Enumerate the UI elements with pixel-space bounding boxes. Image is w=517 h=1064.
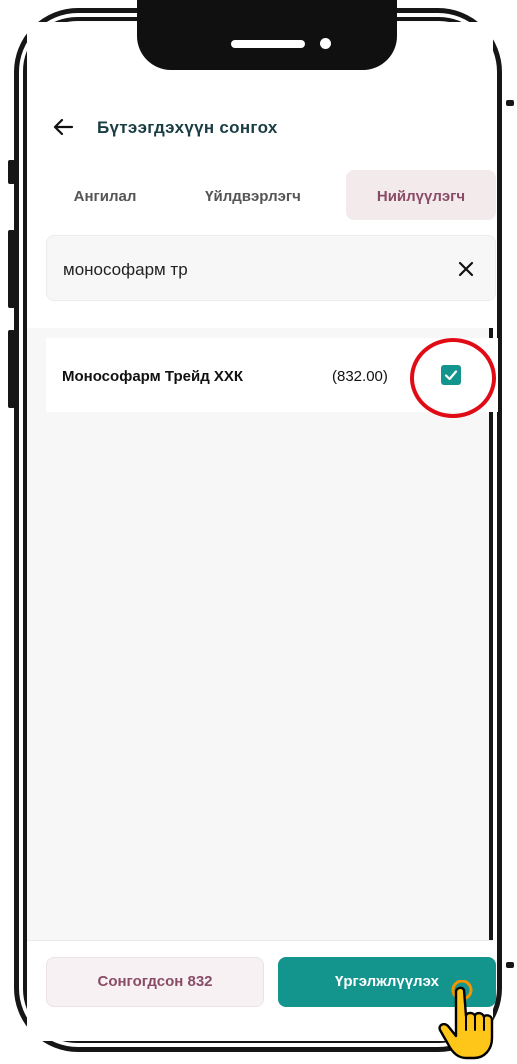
back-arrow-icon[interactable] xyxy=(50,114,76,140)
page-title: Бүтээгдэхүүн сонгох xyxy=(97,118,278,137)
phone-side-button xyxy=(8,160,15,184)
highlight-circle xyxy=(410,338,496,418)
selected-count-button[interactable]: Сонгогдсон 832 xyxy=(46,957,264,1007)
pointer-hand-icon xyxy=(438,980,494,1060)
search-input[interactable]: монософарм тр xyxy=(46,235,496,301)
tab-manufacturer[interactable]: Үйлдвэрлэгч xyxy=(178,170,328,220)
tab-supplier[interactable]: Нийлүүлэгч xyxy=(346,170,496,220)
tab-category[interactable]: Ангилал xyxy=(50,170,160,220)
camera-dot xyxy=(320,38,331,49)
phone-side-button xyxy=(506,100,514,106)
phone-side-button xyxy=(506,962,514,968)
phone-side-button xyxy=(8,230,15,308)
close-icon[interactable] xyxy=(455,258,477,280)
supplier-count: (832.00) xyxy=(332,368,388,385)
phone-side-button xyxy=(8,330,15,408)
supplier-name: Монософарм Трейд ХХК xyxy=(62,368,244,385)
phone-notch xyxy=(137,0,397,70)
speaker-bar xyxy=(231,40,305,48)
search-input-value[interactable]: монософарм тр xyxy=(63,260,188,280)
